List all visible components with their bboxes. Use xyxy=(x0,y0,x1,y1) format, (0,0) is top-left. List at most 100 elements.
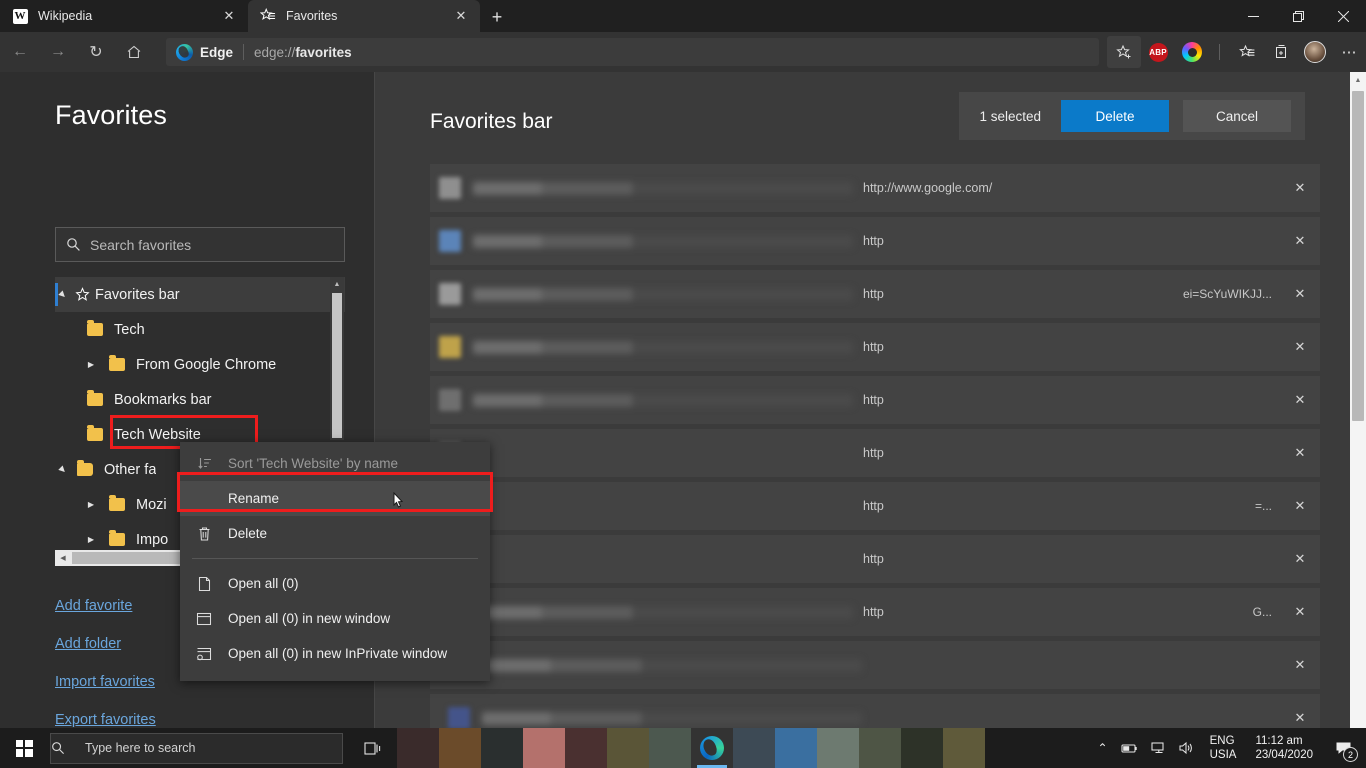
clock[interactable]: 11:12 am 23/04/2020 xyxy=(1251,734,1317,762)
chevron-right-icon[interactable]: ▶ xyxy=(83,500,99,509)
scrollbar-thumb[interactable] xyxy=(1352,91,1364,421)
delete-button[interactable]: Delete xyxy=(1061,100,1169,132)
taskbar-app-edge[interactable] xyxy=(691,728,733,768)
chevron-right-icon[interactable]: ▶ xyxy=(83,535,99,544)
table-row[interactable]: http G... ✕ xyxy=(430,588,1320,636)
scrollbar-thumb[interactable] xyxy=(332,293,342,438)
taskbar-app[interactable] xyxy=(565,728,607,768)
remove-icon[interactable]: ✕ xyxy=(1280,657,1320,673)
chevron-right-icon[interactable]: ▶ xyxy=(83,360,99,369)
extension-icon[interactable] xyxy=(1175,36,1209,68)
chevron-down-icon[interactable]: ▶ xyxy=(54,461,72,479)
favorite-name xyxy=(482,711,862,725)
favorite-url: http xyxy=(863,605,884,619)
back-icon[interactable]: ← xyxy=(2,34,38,70)
forward-icon[interactable]: → xyxy=(40,34,76,70)
close-tab-icon[interactable]: ✕ xyxy=(450,5,472,27)
remove-icon[interactable]: ✕ xyxy=(1280,710,1320,726)
taskbar-app[interactable] xyxy=(607,728,649,768)
taskbar-app[interactable] xyxy=(859,728,901,768)
new-tab-button[interactable]: + xyxy=(480,2,514,32)
menu-item-open-all[interactable]: Open all (0) xyxy=(180,566,490,601)
address-bar[interactable]: Edge edge://favorites xyxy=(166,38,1099,66)
menu-item-rename[interactable]: Rename xyxy=(180,481,490,516)
close-tab-icon[interactable]: ✕ xyxy=(218,5,240,27)
chevron-down-icon[interactable]: ▶ xyxy=(54,286,72,304)
taskbar-search-box[interactable]: Type here to search xyxy=(50,732,343,764)
tray-chevron-icon[interactable]: ⌃ xyxy=(1098,741,1108,755)
favorite-name xyxy=(473,340,853,354)
settings-more-icon[interactable]: ⋯ xyxy=(1332,36,1366,68)
close-button[interactable] xyxy=(1321,0,1366,32)
adblock-plus-icon[interactable]: ABP xyxy=(1141,36,1175,68)
scroll-up-arrow-icon[interactable]: ▲ xyxy=(1350,72,1366,89)
tree-item-tech[interactable]: Tech xyxy=(55,312,345,347)
cancel-button[interactable]: Cancel xyxy=(1183,100,1291,132)
table-row[interactable]: البو http ✕ xyxy=(430,535,1320,583)
network-icon[interactable] xyxy=(1150,741,1167,755)
search-favorites-box[interactable] xyxy=(55,227,345,262)
taskbar-app[interactable] xyxy=(481,728,523,768)
tab-strip: W Wikipedia ✕ Favorites ✕ + xyxy=(0,0,1366,32)
scroll-up-arrow-icon[interactable]: ▲ xyxy=(330,277,344,291)
tree-item-bookmarks-bar[interactable]: Bookmarks bar xyxy=(55,382,345,417)
tree-item-from-google-chrome[interactable]: ▶ From Google Chrome xyxy=(55,347,345,382)
refresh-icon[interactable]: ↻ xyxy=(78,34,114,70)
taskbar-app[interactable] xyxy=(397,728,439,768)
language-indicator[interactable]: ENG USIA xyxy=(1206,734,1241,762)
remove-icon[interactable]: ✕ xyxy=(1280,392,1320,408)
taskbar-app[interactable] xyxy=(523,728,565,768)
folder-icon xyxy=(87,320,103,336)
table-row[interactable]: ail http ✕ xyxy=(430,429,1320,477)
menu-item-open-all-new-window[interactable]: Open all (0) in new window xyxy=(180,601,490,636)
collections-icon[interactable] xyxy=(1264,36,1298,68)
home-icon[interactable] xyxy=(116,34,152,70)
taskbar-app[interactable] xyxy=(901,728,943,768)
menu-item-sort-by-name[interactable]: Sort 'Tech Website' by name xyxy=(180,446,490,481)
remove-icon[interactable]: ✕ xyxy=(1280,233,1320,249)
menu-item-open-all-inprivate[interactable]: Open all (0) in new InPrivate window xyxy=(180,636,490,671)
remove-icon[interactable]: ✕ xyxy=(1280,339,1320,355)
search-input[interactable] xyxy=(90,236,344,253)
scroll-left-arrow-icon[interactable]: ◀ xyxy=(55,554,71,562)
table-row[interactable]: http ✕ xyxy=(430,376,1320,424)
windows-logo-icon[interactable] xyxy=(0,728,48,768)
tree-vertical-scrollbar[interactable]: ▲ xyxy=(330,277,344,440)
taskbar-app[interactable] xyxy=(775,728,817,768)
tree-item-favorites-bar[interactable]: ▶ Favorites bar xyxy=(55,277,345,312)
restore-button[interactable] xyxy=(1276,0,1321,32)
table-row[interactable]: http ✕ xyxy=(430,323,1320,371)
taskbar-app[interactable] xyxy=(943,728,985,768)
table-row[interactable]: ✕ xyxy=(430,641,1320,689)
taskbar-app[interactable] xyxy=(649,728,691,768)
table-row[interactable]: http ei=ScYuWIKJJ... ✕ xyxy=(430,270,1320,318)
taskbar-app[interactable] xyxy=(817,728,859,768)
remove-icon[interactable]: ✕ xyxy=(1280,604,1320,620)
add-favorite-icon[interactable] xyxy=(1107,36,1141,68)
remove-icon[interactable]: ✕ xyxy=(1280,180,1320,196)
favorites-icon[interactable] xyxy=(1230,36,1264,68)
tree-item-label: From Google Chrome xyxy=(136,356,277,373)
remove-icon[interactable]: ✕ xyxy=(1280,445,1320,461)
table-row[interactable]: http://www.google.com/ ✕ xyxy=(430,164,1320,212)
tab-favorites[interactable]: Favorites ✕ xyxy=(248,0,480,32)
url-page: favorites xyxy=(295,44,352,60)
remove-icon[interactable]: ✕ xyxy=(1280,551,1320,567)
profile-avatar[interactable] xyxy=(1298,36,1332,68)
tree-item-label: Favorites bar xyxy=(95,286,180,303)
table-row[interactable]: gn http =... ✕ xyxy=(430,482,1320,530)
folder-icon xyxy=(87,425,103,441)
minimize-button[interactable] xyxy=(1231,0,1276,32)
tab-wikipedia[interactable]: W Wikipedia ✕ xyxy=(0,0,248,32)
battery-icon[interactable] xyxy=(1119,742,1139,755)
taskbar-app[interactable] xyxy=(439,728,481,768)
task-view-icon[interactable] xyxy=(349,728,397,768)
notifications-icon[interactable]: 2 xyxy=(1328,733,1358,763)
taskbar-app[interactable] xyxy=(733,728,775,768)
remove-icon[interactable]: ✕ xyxy=(1280,286,1320,302)
menu-item-delete[interactable]: Delete xyxy=(180,516,490,551)
table-row[interactable]: http ✕ xyxy=(430,217,1320,265)
remove-icon[interactable]: ✕ xyxy=(1280,498,1320,514)
volume-icon[interactable] xyxy=(1178,741,1195,755)
page-scrollbar[interactable]: ▲ ▼ xyxy=(1350,72,1366,748)
